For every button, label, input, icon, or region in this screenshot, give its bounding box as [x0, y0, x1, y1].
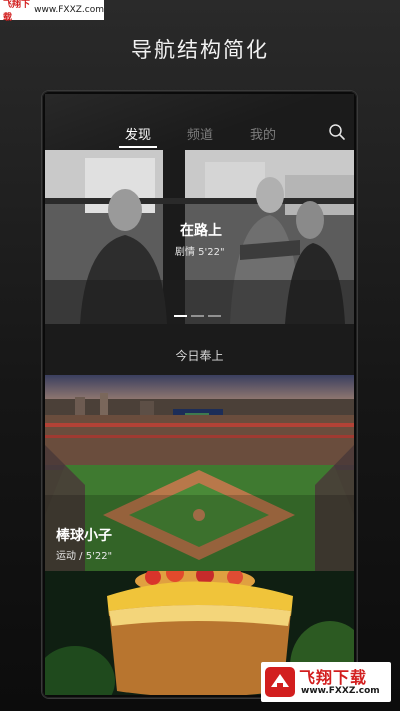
- search-icon[interactable]: [328, 123, 346, 141]
- watermark-bottom: 飞翔下载 www.FXXZ.com: [261, 662, 391, 702]
- app-screen: 发现 频道 我的 在路上 剧情 5'22" 今日奉上 棒球小子 运动 / 5'2…: [45, 94, 354, 695]
- carousel-dot[interactable]: [191, 315, 204, 317]
- carousel-indicator: [174, 315, 221, 317]
- hero-meta: 剧情 5'22": [175, 247, 225, 258]
- video-card[interactable]: 棒球小子 运动 / 5'22": [45, 375, 354, 571]
- tab-channels[interactable]: 频道: [187, 124, 213, 143]
- page-headline: 导航结构简化: [131, 38, 269, 62]
- tab-mine[interactable]: 我的: [250, 124, 276, 143]
- top-tab-bar: 发现 频道 我的: [45, 124, 354, 150]
- watermark-top: 飞翔下载 www.FXXZ.com: [0, 0, 104, 23]
- phone-frame: 发现 频道 我的 在路上 剧情 5'22" 今日奉上 棒球小子 运动 / 5'2…: [42, 91, 357, 698]
- tab-discover[interactable]: 发现: [125, 124, 151, 143]
- watermark-brand: 飞翔下载: [3, 0, 31, 23]
- hero-banner[interactable]: 在路上 剧情 5'22": [45, 150, 354, 324]
- watermark-url: www.FXXZ.com: [301, 686, 380, 696]
- carousel-dot[interactable]: [174, 315, 187, 317]
- section-title: 今日奉上: [175, 349, 224, 363]
- watermark-logo-icon: [265, 667, 295, 697]
- hero-title: 在路上: [180, 223, 222, 239]
- watermark-brand: 飞翔下载: [299, 668, 368, 687]
- card-title: 棒球小子: [56, 528, 112, 544]
- watermark-url: www.FXXZ.com: [34, 5, 104, 15]
- tab-underline: [119, 146, 157, 148]
- card-meta: 运动 / 5'22": [56, 551, 113, 562]
- carousel-dot[interactable]: [208, 315, 221, 317]
